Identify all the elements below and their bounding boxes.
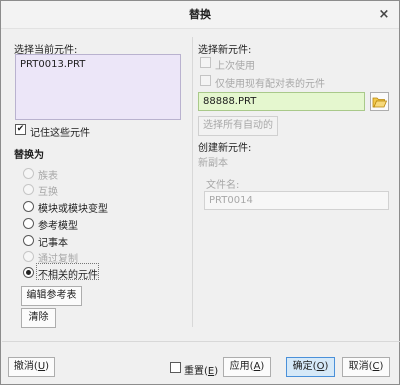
new-part-input[interactable]: 88888.PRT (198, 92, 365, 111)
undo-paren: ) (45, 361, 50, 372)
radio-family-table[interactable] (23, 168, 34, 179)
radio-selected-dot (26, 270, 31, 275)
current-part-list[interactable]: PRT0013.PRT (15, 54, 181, 120)
reset-label: 重置(E) (184, 362, 218, 377)
option-notebook-label: 记事本 (38, 238, 68, 249)
apply-label: 应用( (229, 361, 254, 372)
new-copy-label: 新副本 (198, 158, 228, 169)
option-interchange-label: 互换 (38, 187, 58, 198)
ok-paren: ) (324, 361, 329, 372)
select-all-auto-button[interactable]: 选择所有自动的 (198, 116, 278, 136)
close-icon[interactable]: × (375, 6, 393, 24)
list-item[interactable]: PRT0013.PRT (20, 59, 85, 70)
reset-checkbox[interactable] (170, 362, 181, 373)
replace-with-heading: 替换为 (14, 150, 44, 161)
ok-label: 确定( (292, 361, 317, 372)
dialog-title: 替换 (189, 8, 211, 21)
radio-module-variant[interactable] (23, 201, 34, 212)
cancel-button[interactable]: 取消(C) (342, 357, 390, 377)
last-used-label: 上次使用 (215, 61, 255, 72)
footer-divider (2, 341, 400, 342)
option-module-variant-label: 模块或模块变型 (38, 204, 108, 215)
ok-button[interactable]: 确定(O) (286, 357, 335, 377)
paired-only-label: 仅使用现有配对表的元件 (215, 79, 325, 90)
remember-checkbox[interactable]: ✔ (15, 124, 26, 135)
reset-text: 重置( (184, 366, 208, 377)
browse-button[interactable] (370, 92, 389, 111)
filename-input[interactable]: PRT0014 (204, 191, 389, 210)
radio-notebook[interactable] (23, 235, 34, 246)
clear-button[interactable]: 清除 (21, 308, 56, 328)
option-family-table-label: 族表 (38, 171, 58, 182)
radio-by-copy[interactable] (23, 251, 34, 262)
radio-interchange[interactable] (23, 184, 34, 195)
radio-reference-model[interactable] (23, 218, 34, 229)
edit-reference-table-button[interactable]: 编辑参考表 (21, 286, 82, 306)
filename-label: 文件名: (206, 180, 240, 191)
new-part-label: 选择新元件: (198, 45, 252, 56)
last-used-checkbox[interactable] (200, 57, 211, 68)
option-reference-model-label: 参考模型 (38, 221, 78, 232)
apply-button[interactable]: 应用(A) (223, 357, 271, 377)
remember-label: 记住这些元件 (30, 128, 90, 139)
cancel-label: 取消( (348, 361, 373, 372)
column-divider (192, 37, 193, 327)
create-new-part-label: 创建新元件: (198, 143, 252, 154)
reset-paren: ) (214, 366, 219, 377)
title-bar[interactable]: 替换 × (1, 1, 399, 29)
undo-label: 撤消( (13, 361, 38, 372)
radio-unrelated-part[interactable] (23, 267, 34, 278)
replace-dialog: 替换 × 选择当前元件: PRT0013.PRT ✔ 记住这些元件 替换为 族表… (0, 0, 400, 385)
apply-paren: ) (260, 361, 265, 372)
paired-only-checkbox[interactable] (200, 75, 211, 86)
cancel-paren: ) (379, 361, 384, 372)
folder-open-icon (372, 97, 388, 108)
option-unrelated-part-label: 不相关的元件 (38, 270, 98, 281)
undo-button[interactable]: 撤消(U) (8, 357, 55, 377)
